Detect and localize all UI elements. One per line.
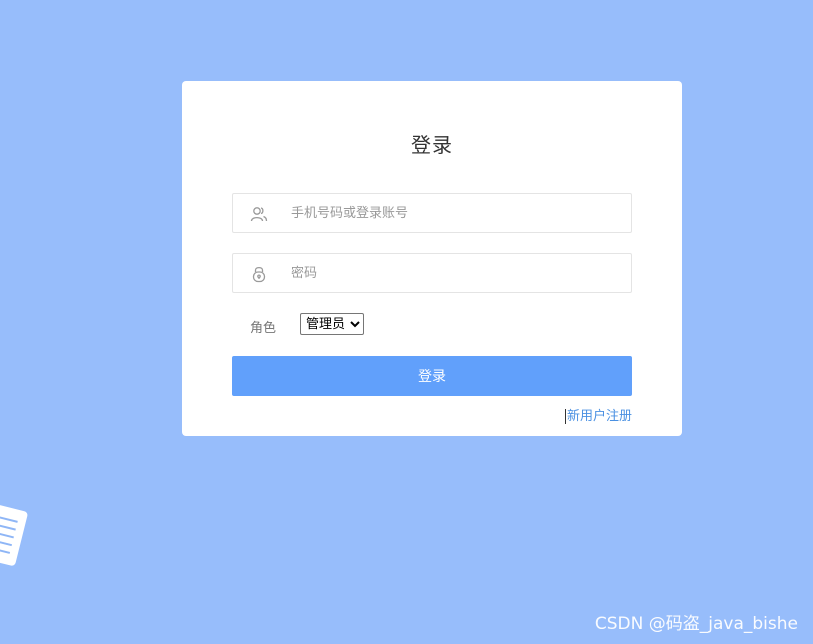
csdn-watermark: CSDN @码盗_java_bishe: [594, 614, 798, 634]
role-label: 角色: [250, 321, 277, 336]
password-input[interactable]: [291, 254, 621, 292]
role-select[interactable]: 管理员: [300, 313, 364, 335]
login-title: 登录: [411, 133, 453, 157]
password-field[interactable]: [232, 253, 632, 293]
lock-icon: [250, 265, 268, 283]
login-button[interactable]: 登录: [232, 356, 632, 396]
register-link[interactable]: 新用户注册: [564, 409, 632, 424]
note-paper-icon: [0, 501, 31, 569]
account-field[interactable]: [232, 193, 632, 233]
user-icon: [250, 205, 268, 223]
account-input[interactable]: [291, 194, 621, 232]
login-card: 登录 角色 管理员 登录 新用户注册: [182, 81, 682, 436]
